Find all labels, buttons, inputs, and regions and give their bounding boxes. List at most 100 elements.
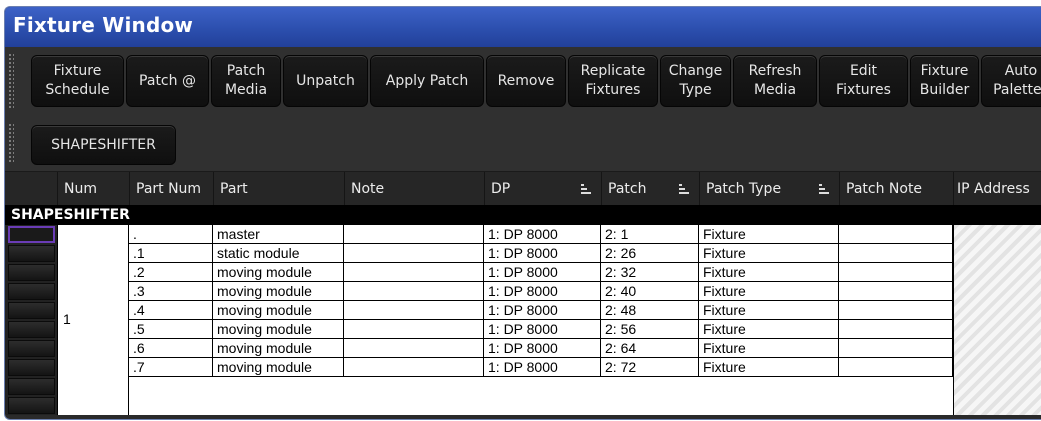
edit-fixtures-button[interactable]: Edit Fixtures — [819, 55, 908, 107]
row-selector[interactable] — [8, 378, 55, 395]
dp-cell[interactable]: 1: DP 8000 — [484, 282, 601, 301]
patch-note-cell[interactable] — [839, 358, 953, 377]
dp-cell[interactable]: 1: DP 8000 — [484, 320, 601, 339]
toolbar-grip-handle[interactable] — [8, 53, 14, 109]
table-row[interactable]: .6 moving module 1: DP 8000 2: 64 Fixtur… — [5, 339, 1041, 358]
sort-ascending-icon[interactable] — [819, 184, 829, 194]
part-cell[interactable]: moving module — [213, 358, 344, 377]
toolbar-grip-handle[interactable] — [8, 123, 14, 163]
note-cell[interactable] — [344, 282, 484, 301]
note-cell[interactable] — [344, 358, 484, 377]
patch-media-button[interactable]: Patch Media — [211, 55, 281, 107]
table-row[interactable]: .3 moving module 1: DP 8000 2: 40 Fixtur… — [5, 282, 1041, 301]
table-row[interactable]: . master 1: DP 8000 2: 1 Fixture — [5, 225, 1041, 244]
unpatch-button[interactable]: Unpatch — [283, 55, 368, 107]
column-header-patch[interactable]: Patch — [601, 172, 699, 206]
patch-cell[interactable]: 2: 1 — [601, 225, 699, 244]
row-selector[interactable] — [8, 397, 55, 414]
replicate-fixtures-button[interactable]: Replicate Fixtures — [568, 55, 658, 107]
patch-cell[interactable]: 2: 26 — [601, 244, 699, 263]
column-header-patch-type[interactable]: Patch Type — [699, 172, 839, 206]
part-num-cell[interactable]: . — [129, 225, 213, 244]
part-num-cell[interactable]: .4 — [129, 301, 213, 320]
toolbar-row-1: Fixture Schedule Patch @ Patch Media Unp… — [5, 47, 1041, 115]
dp-cell[interactable]: 1: DP 8000 — [484, 225, 601, 244]
column-header-dp-label: DP — [491, 181, 511, 197]
patch-cell[interactable]: 2: 32 — [601, 263, 699, 282]
column-header-num[interactable]: Num — [57, 172, 129, 206]
patch-cell[interactable]: 2: 40 — [601, 282, 699, 301]
patch-cell[interactable]: 2: 48 — [601, 301, 699, 320]
patch-type-cell[interactable]: Fixture — [699, 320, 839, 339]
part-num-cell[interactable]: .6 — [129, 339, 213, 358]
patch-note-cell[interactable] — [839, 301, 953, 320]
group-name: SHAPESHIFTER — [11, 207, 130, 223]
table-row[interactable]: .1 static module 1: DP 8000 2: 26 Fixtur… — [5, 244, 1041, 263]
note-cell[interactable] — [344, 244, 484, 263]
note-cell[interactable] — [344, 301, 484, 320]
dp-cell[interactable]: 1: DP 8000 — [484, 301, 601, 320]
refresh-media-button[interactable]: Refresh Media — [733, 55, 817, 107]
patch-note-cell[interactable] — [839, 263, 953, 282]
column-header-dp[interactable]: DP — [484, 172, 601, 206]
title-bar[interactable]: Fixture Window — [5, 7, 1041, 47]
part-cell[interactable]: static module — [213, 244, 344, 263]
apply-patch-button[interactable]: Apply Patch — [370, 55, 484, 107]
column-header-part-num[interactable]: Part Num — [129, 172, 213, 206]
table-row[interactable]: .2 moving module 1: DP 8000 2: 32 Fixtur… — [5, 263, 1041, 282]
note-cell[interactable] — [344, 320, 484, 339]
patch-type-cell[interactable]: Fixture — [699, 358, 839, 377]
column-header-part[interactable]: Part — [213, 172, 344, 206]
patch-note-cell[interactable] — [839, 282, 953, 301]
remove-button[interactable]: Remove — [486, 55, 566, 107]
group-header-row[interactable]: SHAPESHIFTER — [5, 205, 1041, 225]
patch-type-cell[interactable]: Fixture — [699, 263, 839, 282]
patch-type-cell[interactable]: Fixture — [699, 244, 839, 263]
part-cell[interactable]: moving module — [213, 339, 344, 358]
part-cell[interactable]: moving module — [213, 301, 344, 320]
column-header-note[interactable]: Note — [344, 172, 484, 206]
sort-ascending-icon[interactable] — [581, 184, 591, 194]
dp-cell[interactable]: 1: DP 8000 — [484, 263, 601, 282]
dp-cell[interactable]: 1: DP 8000 — [484, 339, 601, 358]
part-num-cell[interactable]: .5 — [129, 320, 213, 339]
patch-at-button[interactable]: Patch @ — [126, 55, 209, 107]
toolbar-row-2: SHAPESHIFTER — [5, 115, 1041, 171]
patch-note-cell[interactable] — [839, 339, 953, 358]
note-cell[interactable] — [344, 263, 484, 282]
part-cell[interactable]: moving module — [213, 282, 344, 301]
select-column-header[interactable] — [5, 172, 57, 206]
fixture-builder-button[interactable]: Fixture Builder — [910, 55, 979, 107]
change-type-button[interactable]: Change Type — [660, 55, 731, 107]
part-num-cell[interactable]: .7 — [129, 358, 213, 377]
patch-type-cell[interactable]: Fixture — [699, 339, 839, 358]
patch-type-cell[interactable]: Fixture — [699, 301, 839, 320]
fixture-schedule-button[interactable]: Fixture Schedule — [31, 55, 124, 107]
table-row[interactable]: .7 moving module 1: DP 8000 2: 72 Fixtur… — [5, 358, 1041, 377]
table-row[interactable]: .4 moving module 1: DP 8000 2: 48 Fixtur… — [5, 301, 1041, 320]
note-cell[interactable] — [344, 225, 484, 244]
part-cell[interactable]: moving module — [213, 263, 344, 282]
note-cell[interactable] — [344, 339, 484, 358]
table-row[interactable]: .5 moving module 1: DP 8000 2: 56 Fixtur… — [5, 320, 1041, 339]
column-header-patch-note[interactable]: Patch Note — [839, 172, 953, 206]
part-cell[interactable]: moving module — [213, 320, 344, 339]
auto-palettes-button[interactable]: Auto Palettes — [981, 55, 1041, 107]
patch-note-cell[interactable] — [839, 320, 953, 339]
shapeshifter-filter-button[interactable]: SHAPESHIFTER — [31, 125, 176, 165]
patch-type-cell[interactable]: Fixture — [699, 282, 839, 301]
dp-cell[interactable]: 1: DP 8000 — [484, 244, 601, 263]
column-header-ip-address[interactable]: IP Address — [953, 172, 1041, 206]
patch-cell[interactable]: 2: 56 — [601, 320, 699, 339]
patch-cell[interactable]: 2: 72 — [601, 358, 699, 377]
sort-ascending-icon[interactable] — [679, 184, 689, 194]
part-num-cell[interactable]: .2 — [129, 263, 213, 282]
part-cell[interactable]: master — [213, 225, 344, 244]
dp-cell[interactable]: 1: DP 8000 — [484, 358, 601, 377]
part-num-cell[interactable]: .3 — [129, 282, 213, 301]
part-num-cell[interactable]: .1 — [129, 244, 213, 263]
patch-note-cell[interactable] — [839, 225, 953, 244]
patch-type-cell[interactable]: Fixture — [699, 225, 839, 244]
patch-note-cell[interactable] — [839, 244, 953, 263]
patch-cell[interactable]: 2: 64 — [601, 339, 699, 358]
